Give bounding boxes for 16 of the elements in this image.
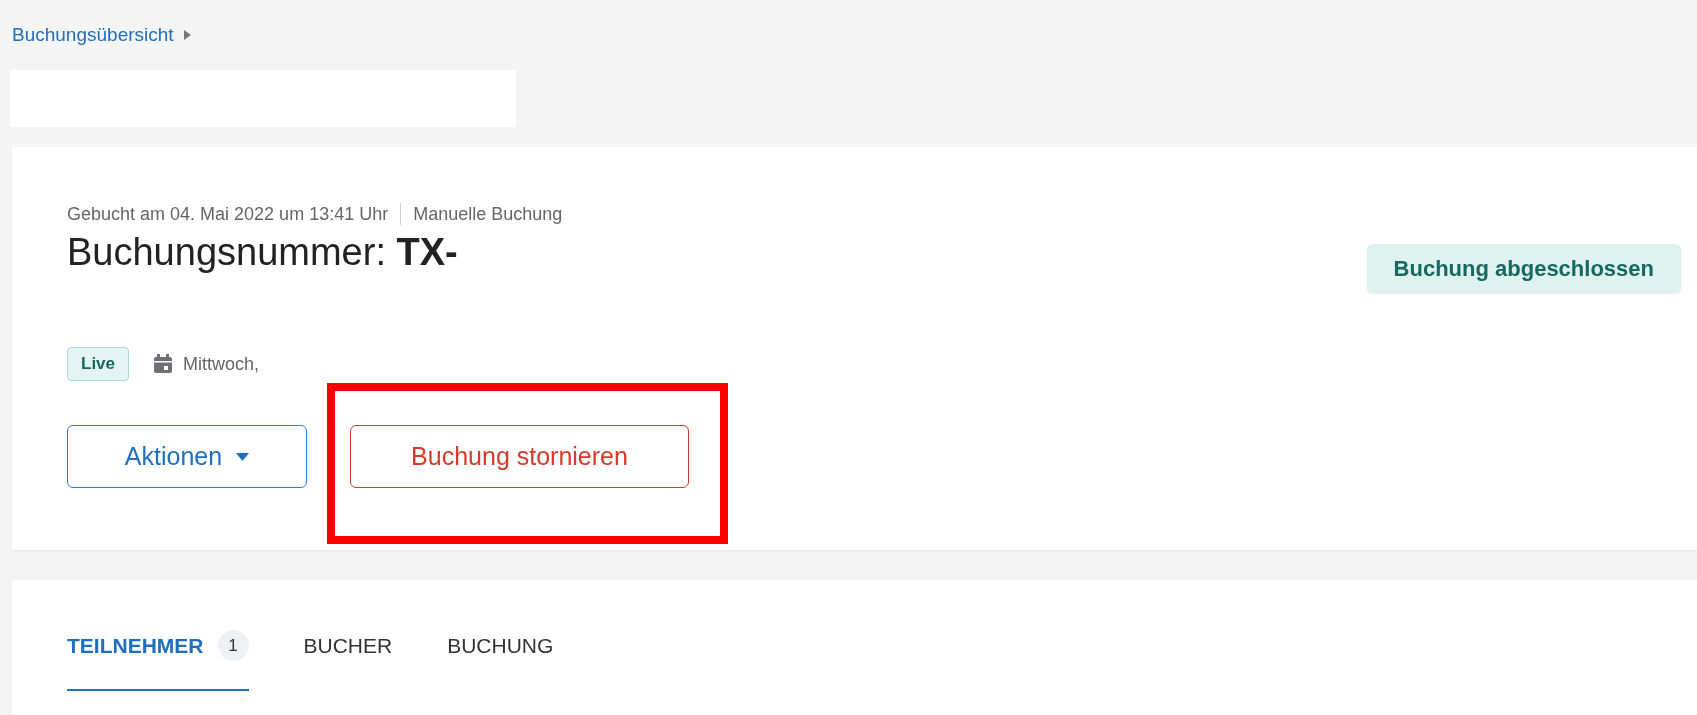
cancel-booking-button[interactable]: Buchung stornieren	[350, 425, 689, 488]
actions-dropdown-button[interactable]: Aktionen	[67, 425, 307, 488]
tab[interactable]: BUCHER	[303, 580, 393, 691]
booking-title: Buchungsnummer: TX-	[67, 231, 459, 274]
breadcrumb-link[interactable]: Buchungsübersicht	[12, 24, 174, 46]
caret-down-icon	[236, 452, 250, 461]
calendar-icon	[153, 354, 174, 374]
tab[interactable]: TEILNEHMER 1	[67, 580, 249, 691]
count-badge: 1	[217, 630, 249, 661]
tab[interactable]: BUCHUNG	[447, 580, 554, 691]
caret-icon	[183, 30, 191, 40]
live-badge: Live	[67, 347, 130, 381]
booking-meta: Gebucht am 04. Mai 2022 um 13:41 Uhr	[67, 203, 389, 225]
booking-meta: Manuelle Buchung	[413, 203, 563, 225]
status-badge: Buchung abgeschlossen	[1366, 244, 1681, 294]
event-date: Mittwoch,	[183, 353, 260, 375]
